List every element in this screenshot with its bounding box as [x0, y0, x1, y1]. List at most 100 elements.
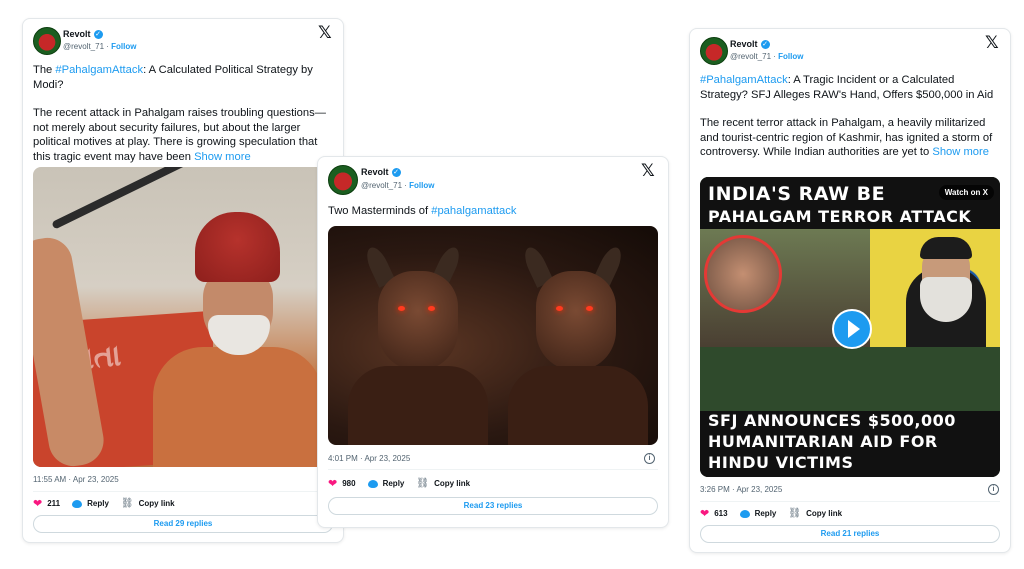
- read-replies-button[interactable]: Read 21 replies: [700, 525, 1000, 543]
- divider: [33, 491, 333, 492]
- hashtag-link[interactable]: #pahalgamattack: [431, 205, 516, 217]
- video-caption-1: SFJ ANNOUNCES $500,000: [708, 411, 956, 430]
- video-caption-2: HUMANITARIAN AID FOR: [708, 432, 938, 451]
- author-name-text[interactable]: Revolt: [63, 29, 91, 39]
- info-icon[interactable]: i: [644, 453, 655, 464]
- hashtag-link[interactable]: #PahalgamAttack: [55, 64, 143, 76]
- text-body: The recent attack in Pahalgam raises tro…: [33, 107, 326, 163]
- follow-button[interactable]: Follow: [778, 52, 803, 61]
- like-count: 980: [342, 479, 356, 488]
- link-icon: ⛓: [120, 498, 134, 509]
- x-logo-icon[interactable]: 𝕏: [985, 33, 999, 53]
- tweet-image[interactable]: જનતા: [33, 167, 333, 467]
- reply-icon: [72, 499, 83, 508]
- reply-label: Reply: [87, 499, 109, 508]
- author-name[interactable]: Revolt ✓: [63, 29, 103, 39]
- copy-link-button[interactable]: ⛓ Copy link: [416, 478, 470, 489]
- video-headline-1: INDIA'S RAW BE: [708, 183, 885, 205]
- like-button[interactable]: ❤ 211: [33, 497, 60, 510]
- author-name-text[interactable]: Revolt: [361, 167, 389, 177]
- author-name-text[interactable]: Revolt: [730, 39, 758, 49]
- heart-icon: ❤: [33, 498, 43, 510]
- play-icon[interactable]: [832, 309, 872, 349]
- reply-label: Reply: [382, 479, 405, 488]
- action-bar: ❤ 980 Reply ⛓ Copy link: [328, 477, 470, 490]
- eye-shape: [398, 306, 405, 311]
- handle-text[interactable]: @revolt_71: [730, 52, 771, 61]
- author-name[interactable]: Revolt ✓: [730, 39, 770, 49]
- avatar[interactable]: [700, 37, 728, 65]
- reply-button[interactable]: Reply: [739, 509, 777, 518]
- text-prefix: Two Masterminds of: [328, 205, 432, 217]
- copy-link-button[interactable]: ⛓ Copy link: [788, 508, 842, 519]
- follow-button[interactable]: Follow: [409, 181, 434, 190]
- watch-on-x-badge[interactable]: Watch on X: [938, 185, 994, 200]
- like-button[interactable]: ❤ 613: [700, 507, 728, 520]
- link-icon: ⛓: [416, 478, 430, 489]
- link-icon: ⛓: [788, 508, 802, 519]
- devil-figure-left: [378, 271, 458, 371]
- tweet-card-2: Revolt ✓ @revolt_71 · Follow 𝕏 Two Maste…: [317, 156, 669, 528]
- action-bar: ❤ 211 Reply ⛓ Copy link: [33, 497, 175, 510]
- devil-figure-right: [536, 271, 616, 371]
- info-icon[interactable]: i: [988, 484, 999, 495]
- speaker-turban: [920, 237, 972, 259]
- robe-shape: [508, 366, 648, 445]
- divider: [328, 469, 658, 470]
- video-headline-2: PAHALGAM TERROR ATTACK: [708, 207, 972, 226]
- reply-icon: [739, 509, 750, 518]
- action-bar: ❤ 613 Reply ⛓ Copy link: [700, 507, 842, 520]
- author-handle: @revolt_71 · Follow: [730, 52, 804, 61]
- heart-icon: ❤: [328, 478, 338, 490]
- show-more-link[interactable]: Show more: [932, 146, 989, 158]
- robe-shape: [348, 366, 488, 445]
- tweet-image[interactable]: [328, 226, 658, 445]
- timestamp[interactable]: 4:01 PM · Apr 23, 2025: [328, 454, 410, 463]
- copy-link-button[interactable]: ⛓ Copy link: [121, 498, 175, 509]
- video-caption-3: HINDU VICTIMS: [708, 453, 854, 472]
- reply-icon: [367, 479, 378, 488]
- verified-icon: ✓: [391, 167, 401, 177]
- eye-shape: [428, 306, 435, 311]
- author-name[interactable]: Revolt ✓: [361, 167, 401, 177]
- tweet-text: #PahalgamAttack: A Tragic Incident or a …: [700, 73, 1000, 174]
- read-replies-button[interactable]: Read 29 replies: [33, 515, 333, 533]
- timestamp[interactable]: 3:26 PM · Apr 23, 2025: [700, 485, 782, 494]
- copy-link-label: Copy link: [434, 479, 471, 488]
- read-replies-button[interactable]: Read 23 replies: [328, 497, 658, 515]
- like-button[interactable]: ❤ 980: [328, 477, 356, 490]
- reply-button[interactable]: Reply: [72, 499, 109, 508]
- follow-button[interactable]: Follow: [111, 42, 136, 51]
- x-logo-icon[interactable]: 𝕏: [318, 23, 332, 43]
- headline1-text: INDIA'S RAW BE: [708, 183, 886, 205]
- x-logo-icon[interactable]: 𝕏: [641, 161, 655, 181]
- text-prefix: The: [33, 64, 56, 76]
- divider: [700, 501, 1000, 502]
- verified-icon: ✓: [93, 29, 103, 39]
- heart-icon: ❤: [700, 508, 710, 520]
- hashtag-link[interactable]: #PahalgamAttack: [700, 74, 788, 86]
- reply-button[interactable]: Reply: [367, 479, 405, 488]
- reply-label: Reply: [754, 509, 777, 518]
- handle-text[interactable]: @revolt_71: [63, 42, 104, 51]
- tweet-video[interactable]: INDIA'S RAW BE PAHALGAM TERROR ATTACK Wa…: [700, 177, 1000, 477]
- tweet-card-1: Revolt ✓ @revolt_71 · Follow 𝕏 The #Paha…: [22, 18, 344, 543]
- like-count: 211: [47, 499, 61, 508]
- avatar[interactable]: [328, 165, 358, 195]
- like-count: 613: [714, 509, 728, 518]
- handle-text[interactable]: @revolt_71: [361, 181, 402, 190]
- tweet-text: The #PahalgamAttack: A Calculated Politi…: [33, 63, 333, 178]
- inset-photo: [704, 235, 782, 313]
- copy-link-label: Copy link: [138, 499, 175, 508]
- avatar[interactable]: [33, 27, 61, 55]
- eye-shape: [556, 306, 563, 311]
- eye-shape: [586, 306, 593, 311]
- show-more-link[interactable]: Show more: [194, 151, 251, 163]
- copy-link-label: Copy link: [806, 509, 843, 518]
- author-handle: @revolt_71 · Follow: [63, 42, 137, 51]
- figure-turban: [195, 212, 280, 282]
- timestamp[interactable]: 11:55 AM · Apr 23, 2025: [33, 475, 119, 484]
- author-handle: @revolt_71 · Follow: [361, 181, 435, 190]
- tweet-card-3: Revolt ✓ @revolt_71 · Follow 𝕏 #Pahalgam…: [689, 28, 1011, 553]
- verified-icon: ✓: [760, 39, 770, 49]
